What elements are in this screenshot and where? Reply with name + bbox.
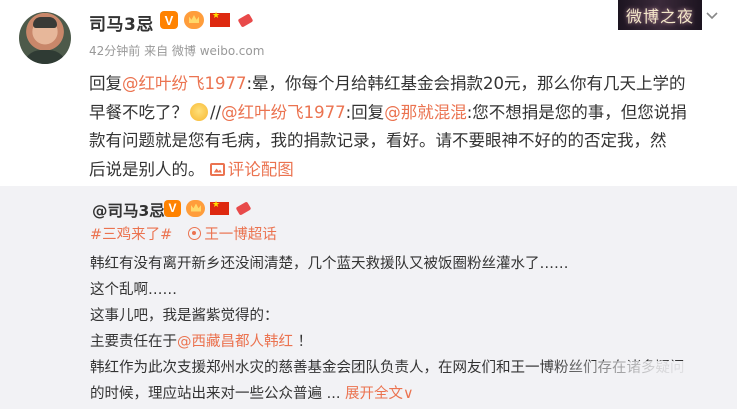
repost-text-segment: 主要责任在于 bbox=[90, 334, 177, 350]
decoration-icon bbox=[234, 199, 252, 217]
expand-label: 展开全文 bbox=[345, 386, 404, 402]
repost-line: 这个乱啊…… bbox=[90, 282, 177, 298]
super-topic-label: 王一博超话 bbox=[204, 227, 277, 243]
comment-image-link[interactable]: 评论配图 bbox=[209, 159, 294, 179]
chevron-down-icon: ∨ bbox=[403, 386, 414, 402]
post-line-3: 款有问题就是您有毛病，我的捐款记录，看好。请不要眼神不好的的否定我，然 bbox=[89, 131, 667, 150]
watermark-text: 微博之夜 bbox=[625, 7, 694, 26]
flag-icon bbox=[210, 11, 230, 27]
post-line-1: 回复@红叶纷飞1977:晕，你每个月给韩红基金会捐款20元，那么你有几天上学的 bbox=[89, 70, 704, 99]
expand-full-text-link[interactable]: 展开全文∨ bbox=[345, 386, 414, 402]
mention-link[interactable]: @那就混混 bbox=[384, 103, 467, 122]
avatar-body bbox=[23, 50, 67, 64]
repost-line: 主要责任在于@西藏昌都人韩红 ！ bbox=[90, 330, 312, 351]
post-line-2: 早餐不吃了？ //@红叶纷飞1977:回复@那就混混:您不想捐是您的事，但您说捐 bbox=[89, 99, 704, 128]
crown-icon[interactable] bbox=[184, 11, 204, 29]
flag-icon bbox=[210, 200, 229, 215]
comment-image-label: 评论配图 bbox=[227, 159, 294, 179]
repost-author[interactable]: @司马3忌 bbox=[92, 199, 165, 221]
avatar[interactable] bbox=[19, 12, 71, 64]
post-meta: 42分钟前 来自 微博 weibo.com bbox=[89, 44, 265, 58]
weibo-post: 司马3忌 V 42分钟前 来自 微博 weibo.com 微博之夜 回复@红叶纷… bbox=[0, 0, 737, 186]
post-text-segment: :您不想捐是您的事，但您说捐 bbox=[466, 102, 687, 122]
vip-icon[interactable]: V bbox=[160, 11, 178, 29]
post-line-4: 后说是别人的。 评论配图 bbox=[89, 156, 704, 185]
author-badges: V bbox=[160, 11, 254, 29]
post-text-segment: 早餐不吃了？ bbox=[89, 102, 188, 122]
mention-link[interactable]: @红叶纷飞1977 bbox=[221, 103, 346, 122]
text-fade-overlay bbox=[540, 361, 737, 409]
post-text-segment: :晕，你每个月给韩红基金会捐款20元，那么你有几天上学的 bbox=[246, 74, 686, 93]
post-text-segment: :回复 bbox=[345, 102, 385, 122]
watermark-badge: 微博之夜 bbox=[618, 0, 702, 30]
post-text-segment: 后说是别人的。 bbox=[89, 159, 205, 179]
hashtag-link[interactable]: #三鸡来了# bbox=[90, 223, 172, 244]
mention-link[interactable]: @西藏昌都人韩红 bbox=[177, 334, 293, 350]
vip-icon[interactable]: V bbox=[164, 199, 181, 217]
repost-author-badges: V bbox=[164, 199, 252, 217]
post-author[interactable]: 司马3忌 bbox=[89, 10, 154, 35]
repost-text-segment: ！ bbox=[293, 334, 313, 350]
repost-text-segment: 的时候，理应站出来对一些公众普遍 ... bbox=[90, 386, 341, 402]
decoration-icon bbox=[236, 11, 254, 29]
chevron-down-icon[interactable] bbox=[705, 8, 719, 22]
reply-prefix: 回复 bbox=[89, 74, 122, 93]
super-topic-link[interactable]: 王一博超话 bbox=[188, 223, 277, 244]
image-icon bbox=[209, 162, 225, 176]
reposted-content: @司马3忌 V #三鸡来了# 王一博超话 韩红有没有离开新乡还没闹清楚，几个蓝天… bbox=[0, 186, 737, 409]
mention-link[interactable]: @红叶纷飞1977 bbox=[122, 74, 247, 93]
avatar-hair bbox=[33, 17, 57, 28]
repost-line: 韩红有没有离开新乡还没闹清楚，几个蓝天救援队又被饭圈粉丝灌水了…… bbox=[90, 256, 569, 272]
emoji-icon bbox=[190, 102, 208, 121]
post-text-segment: // bbox=[210, 102, 222, 122]
super-topic-icon bbox=[188, 227, 202, 240]
crown-icon[interactable] bbox=[186, 199, 205, 217]
repost-line: 的时候，理应站出来对一些公众普遍 ... 展开全文∨ bbox=[90, 382, 414, 403]
repost-line: 这事儿吧，我是酱紫觉得的： bbox=[90, 308, 279, 324]
post-text: 回复@红叶纷飞1977:晕，你每个月给韩红基金会捐款20元，那么你有几天上学的 … bbox=[89, 70, 704, 184]
topic-list: #三鸡来了# 王一博超话 bbox=[90, 223, 277, 244]
